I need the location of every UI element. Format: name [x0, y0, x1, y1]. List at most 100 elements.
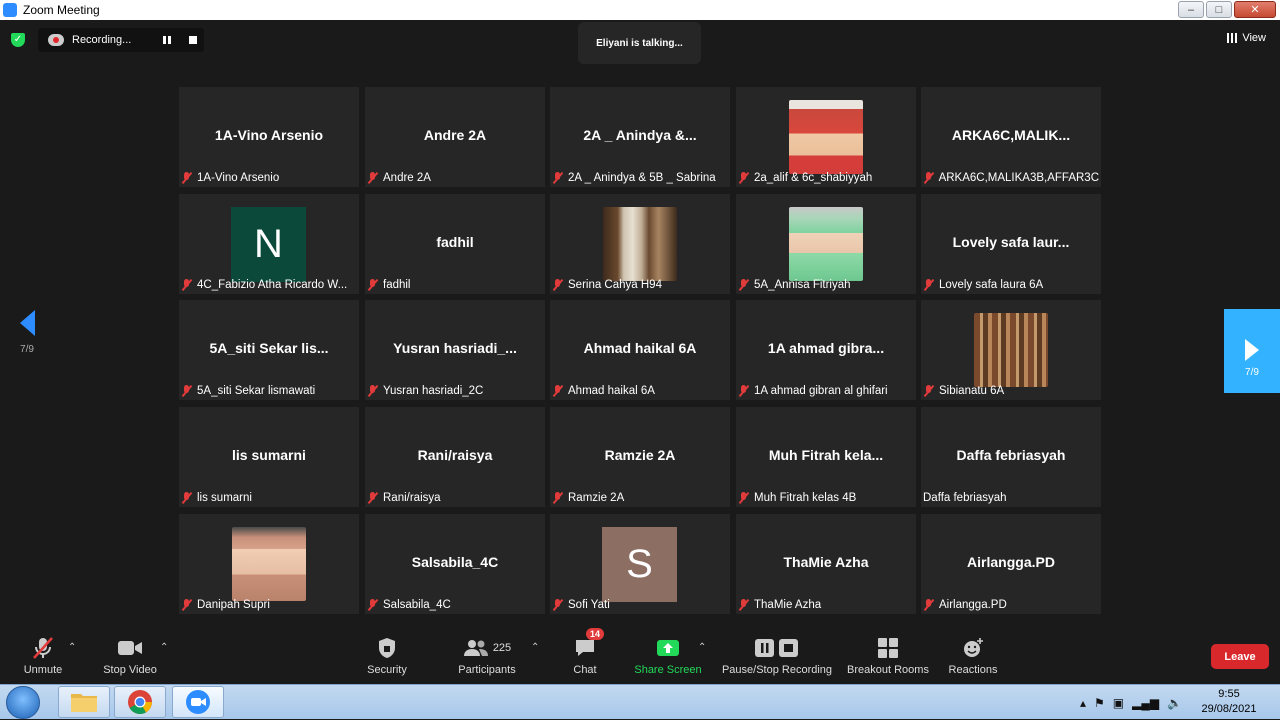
window-titlebar: Zoom Meeting – □ ✕: [0, 0, 1280, 20]
share-screen-button[interactable]: Share Screen: [633, 636, 703, 676]
participant-tile[interactable]: Serina Cahya H94: [550, 194, 730, 294]
previous-page-button[interactable]: 7/9: [14, 310, 40, 355]
stop-recording-icon[interactable]: [189, 36, 197, 44]
participant-display-name: Ahmad haikal 6A: [583, 340, 697, 356]
participant-display-name: Rani/raisya: [417, 447, 493, 463]
device-icon[interactable]: ▣: [1113, 696, 1124, 710]
participant-display-name: Yusran hasriadi_...: [393, 340, 517, 356]
show-hidden-icons-icon[interactable]: ▴: [1080, 696, 1086, 710]
participant-tile[interactable]: Lovely safa laur... Lovely safa laura 6A: [921, 194, 1101, 294]
participant-name: Muh Fitrah kelas 4B: [754, 492, 857, 504]
network-signal-icon[interactable]: ▂▄▆: [1132, 696, 1159, 710]
participant-name-caption: 5A_Annisa Fitriyah: [738, 279, 914, 291]
participant-avatar-initial: S: [602, 527, 677, 602]
participant-tile[interactable]: Daffa febriasyah Daffa febriasyah: [921, 407, 1101, 507]
recording-label: Recording...: [72, 34, 132, 46]
muted-mic-icon: [552, 279, 563, 291]
encryption-shield-icon[interactable]: ✓: [11, 33, 25, 47]
zoom-taskbar-icon[interactable]: [172, 686, 224, 718]
participant-name: lis sumarni: [197, 492, 252, 504]
action-center-flag-icon[interactable]: ⚑: [1094, 696, 1105, 710]
chrome-taskbar-icon[interactable]: [114, 686, 166, 718]
muted-mic-icon: [367, 599, 378, 611]
participant-tile[interactable]: ARKA6C,MALIK... ARKA6C,MALIKA3B,AFFAR3C: [921, 87, 1101, 187]
participant-photo: [232, 527, 306, 601]
participant-display-name: 1A-Vino Arsenio: [214, 127, 324, 143]
muted-mic-icon: [367, 279, 378, 291]
participant-name-caption: Salsabila_4C: [367, 599, 543, 611]
participant-name: Andre 2A: [383, 172, 431, 184]
muted-mic-icon: [181, 385, 192, 397]
participant-tile[interactable]: Danipah Supri: [179, 514, 359, 614]
volume-speaker-icon[interactable]: 🔈: [1167, 696, 1182, 710]
stop-video-label: Stop Video: [103, 664, 157, 676]
participant-display-name: Airlangga.PD: [967, 554, 1055, 570]
participant-name-caption: ARKA6C,MALIKA3B,AFFAR3C: [923, 172, 1099, 184]
unmute-button[interactable]: Unmute: [18, 636, 68, 676]
recording-cloud-icon: [48, 34, 64, 46]
participant-tile[interactable]: 1A-Vino Arsenio 1A-Vino Arsenio: [179, 87, 359, 187]
recording-indicator: Recording...: [38, 28, 204, 52]
meeting-topbar: ✓ Recording... Eliyani is talking... Vie…: [0, 20, 1280, 64]
participant-name-caption: Danipah Supri: [181, 599, 357, 611]
breakout-rooms-button[interactable]: Breakout Rooms: [845, 636, 931, 676]
stop-video-button[interactable]: Stop Video: [100, 636, 160, 676]
participant-tile[interactable]: 2A _ Anindya &... 2A _ Anindya & 5B _ Sab…: [550, 87, 730, 187]
participant-tile[interactable]: N 4C_Fabizio Atha Ricardo W...: [179, 194, 359, 294]
participant-tile[interactable]: Ahmad haikal 6A Ahmad haikal 6A: [550, 300, 730, 400]
muted-mic-icon: [923, 172, 934, 184]
participant-tile[interactable]: Andre 2A Andre 2A: [365, 87, 545, 187]
windows-start-icon[interactable]: [6, 686, 40, 719]
minimize-button[interactable]: –: [1178, 1, 1204, 18]
participant-tile[interactable]: ThaMie Azha ThaMie Azha: [736, 514, 916, 614]
next-page-button[interactable]: 7/9: [1224, 309, 1280, 393]
close-button[interactable]: ✕: [1234, 1, 1276, 18]
leave-button[interactable]: Leave: [1211, 644, 1269, 669]
participant-name-caption: Sibianatu 6A: [923, 385, 1099, 397]
view-button[interactable]: View: [1227, 32, 1266, 44]
participant-photo: [974, 313, 1048, 387]
page-indicator-left: 7/9: [20, 344, 34, 355]
chat-button[interactable]: 14 Chat: [564, 628, 606, 676]
participant-name: 1A ahmad gibran al ghifari: [754, 385, 888, 397]
view-label: View: [1242, 32, 1266, 44]
reactions-button[interactable]: Reactions: [946, 636, 1000, 676]
participant-display-name: ThaMie Azha: [783, 554, 869, 570]
security-button[interactable]: Security: [362, 636, 412, 676]
participant-tile[interactable]: Muh Fitrah kela... Muh Fitrah kelas 4B: [736, 407, 916, 507]
participant-name: Airlangga.PD: [939, 599, 1007, 611]
participant-tile[interactable]: Salsabila_4C Salsabila_4C: [365, 514, 545, 614]
pause-recording-icon[interactable]: [163, 36, 171, 44]
participant-tile[interactable]: lis sumarni lis sumarni: [179, 407, 359, 507]
participant-tile[interactable]: fadhil fadhil: [365, 194, 545, 294]
participant-name-caption: 2a_alif & 6c_shabiyyah: [738, 172, 914, 184]
maximize-button[interactable]: □: [1206, 1, 1232, 18]
muted-mic-icon: [181, 172, 192, 184]
participant-name: Sibianatu 6A: [939, 385, 1005, 397]
video-options-caret-icon[interactable]: ⌃: [160, 642, 168, 653]
participant-tile[interactable]: Yusran hasriadi_... Yusran hasriadi_2C: [365, 300, 545, 400]
participant-tile[interactable]: Rani/raisya Rani/raisya: [365, 407, 545, 507]
participant-name: Rani/raisya: [383, 492, 441, 504]
participant-tile[interactable]: 5A_siti Sekar lis... 5A_siti Sekar lismaw…: [179, 300, 359, 400]
participant-tile[interactable]: Ramzie 2A Ramzie 2A: [550, 407, 730, 507]
participant-tile[interactable]: Airlangga.PD Airlangga.PD: [921, 514, 1101, 614]
chat-badge: 14: [586, 628, 605, 640]
participant-tile[interactable]: 5A_Annisa Fitriyah: [736, 194, 916, 294]
participant-tile[interactable]: 1A ahmad gibra... 1A ahmad gibran al ghif…: [736, 300, 916, 400]
zoom-app-icon: [3, 3, 17, 17]
participant-tile[interactable]: 2a_alif & 6c_shabiyyah: [736, 87, 916, 187]
participant-name-caption: Ahmad haikal 6A: [552, 385, 728, 397]
participant-name: Danipah Supri: [197, 599, 270, 611]
participant-name: Sofi Yati: [568, 599, 610, 611]
participant-tile[interactable]: Sibianatu 6A: [921, 300, 1101, 400]
pause-stop-recording-button[interactable]: Pause/Stop Recording: [720, 636, 834, 676]
participant-name: Yusran hasriadi_2C: [383, 385, 484, 397]
participants-caret-icon[interactable]: ⌃: [531, 642, 539, 653]
taskbar-clock[interactable]: 9:55 29/08/2021: [1196, 687, 1262, 717]
participant-tile[interactable]: S Sofi Yati: [550, 514, 730, 614]
share-options-caret-icon[interactable]: ⌃: [698, 642, 706, 653]
audio-options-caret-icon[interactable]: ⌃: [68, 642, 76, 653]
file-explorer-taskbar-icon[interactable]: [58, 686, 110, 718]
participants-button[interactable]: 225 Participants: [455, 636, 519, 676]
